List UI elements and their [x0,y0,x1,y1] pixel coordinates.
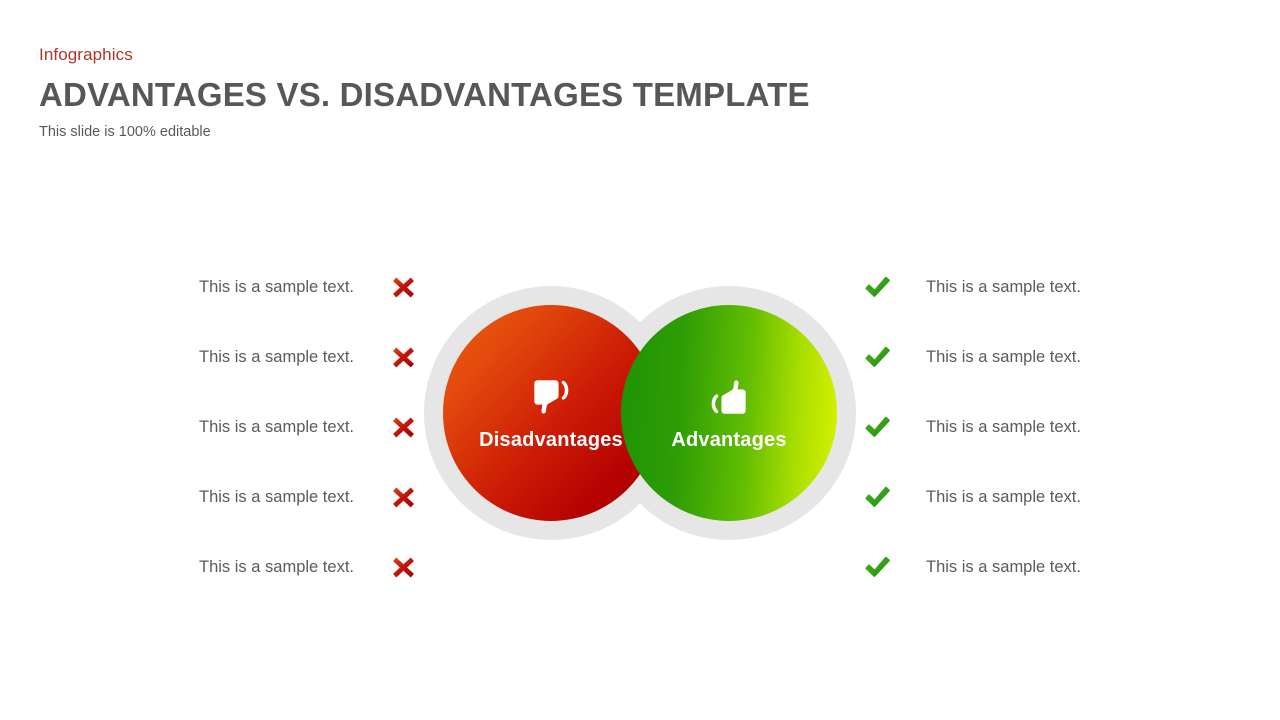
cross-icon [386,480,420,514]
cross-icon [386,550,420,584]
list-item[interactable]: This is a sample text. [860,462,1160,532]
check-icon [860,480,894,514]
list-item-label: This is a sample text. [926,348,1081,366]
disadvantages-bubble-label: Disadvantages [479,429,623,451]
check-icon [860,410,894,444]
advantages-bubble-label: Advantages [671,429,787,451]
list-item-label: This is a sample text. [926,418,1081,436]
list-item[interactable]: This is a sample text. [120,392,420,462]
list-item[interactable]: This is a sample text. [860,532,1160,602]
advantages-bubble[interactable]: Advantages [621,305,837,521]
list-item-label: This is a sample text. [199,488,354,506]
list-item[interactable]: This is a sample text. [860,322,1160,392]
list-item[interactable]: This is a sample text. [120,322,420,392]
list-item[interactable]: This is a sample text. [120,462,420,532]
list-item-label: This is a sample text. [199,348,354,366]
check-icon [860,340,894,374]
list-item[interactable]: This is a sample text. [120,252,420,322]
list-item-label: This is a sample text. [199,558,354,576]
list-item-label: This is a sample text. [926,278,1081,296]
list-item-label: This is a sample text. [199,418,354,436]
venn-diagram: Disadvantages Advantages [424,286,856,540]
disadvantages-list: This is a sample text. This is a sample … [120,252,420,602]
check-icon [860,270,894,304]
list-item-label: This is a sample text. [926,488,1081,506]
advantages-list: This is a sample text. This is a sample … [860,252,1160,602]
list-item[interactable]: This is a sample text. [860,252,1160,322]
thumbs-up-icon [706,374,752,420]
slide-content: This is a sample text. This is a sample … [0,0,1280,720]
list-item[interactable]: This is a sample text. [860,392,1160,462]
cross-icon [386,270,420,304]
list-item-label: This is a sample text. [199,278,354,296]
check-icon [860,550,894,584]
cross-icon [386,340,420,374]
list-item-label: This is a sample text. [926,558,1081,576]
thumbs-down-icon [528,374,574,420]
cross-icon [386,410,420,444]
list-item[interactable]: This is a sample text. [120,532,420,602]
